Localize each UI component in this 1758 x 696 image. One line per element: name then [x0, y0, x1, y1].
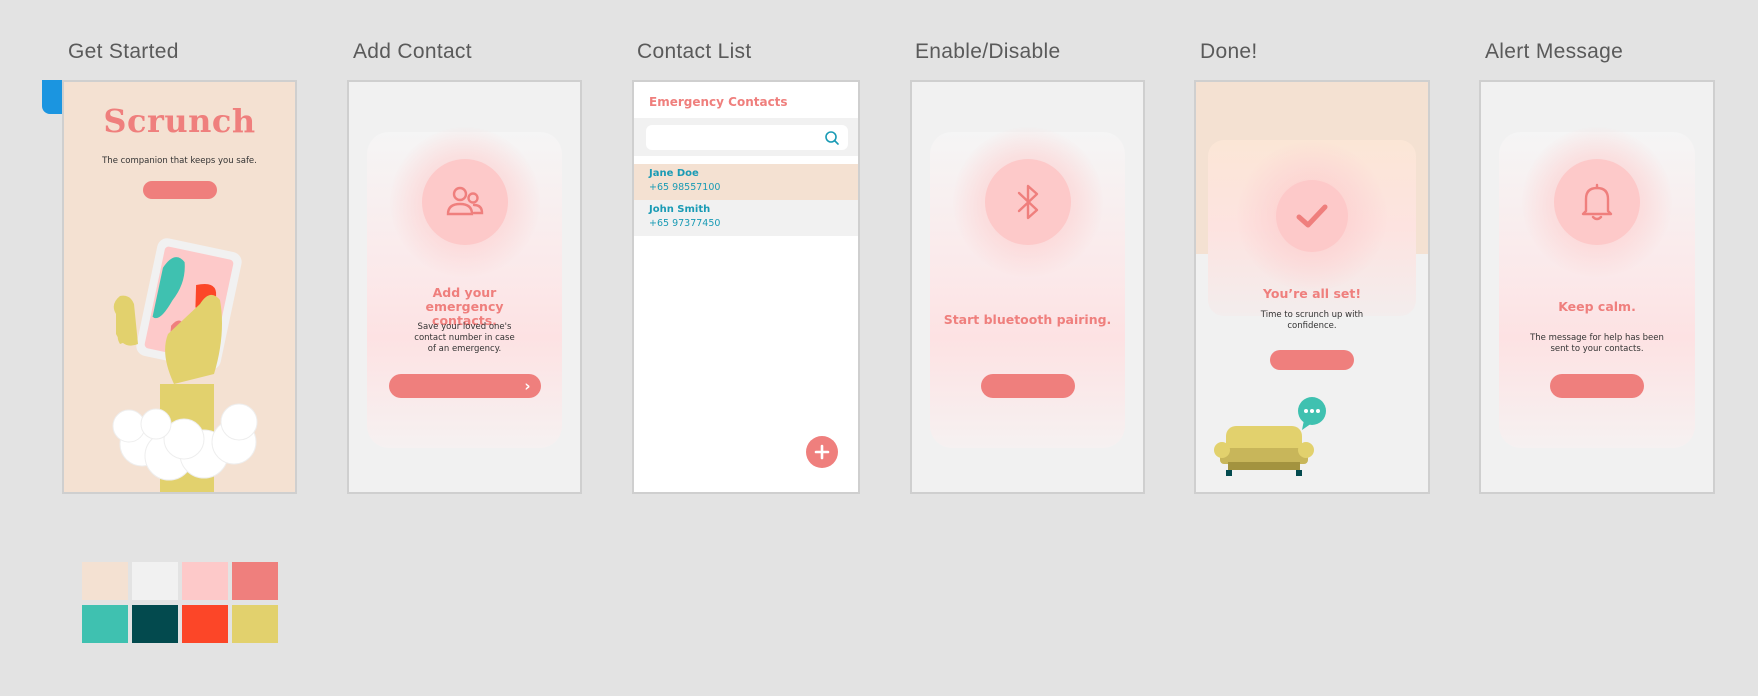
- bell-icon: [1581, 183, 1613, 221]
- search-bar-area: [634, 118, 858, 156]
- screen-contact-list[interactable]: Emergency Contacts Jane Doe +65 98557100…: [632, 80, 860, 494]
- contact-name: Jane Doe: [649, 168, 699, 179]
- icon-circle: [1276, 180, 1348, 252]
- add-contact-fab[interactable]: [806, 436, 838, 468]
- icon-circle: [421, 159, 508, 245]
- frame-label-enable-disable: Enable/Disable: [915, 40, 1061, 63]
- icon-circle: [1554, 159, 1640, 245]
- frame-label-done: Done!: [1200, 40, 1258, 63]
- hand-phone-illustration: [112, 238, 258, 492]
- add-contact-button[interactable]: ›: [388, 374, 541, 398]
- bluetooth-icon: [1017, 184, 1038, 220]
- screen-add-contact[interactable]: Add your emergency contacts. Save your l…: [347, 80, 582, 494]
- contact-row[interactable]: John Smith +65 97377450: [634, 200, 858, 236]
- alert-button[interactable]: [1550, 374, 1644, 398]
- chat-bubble-icon: [1298, 397, 1326, 430]
- pair-button[interactable]: [980, 374, 1075, 398]
- checkmark-icon: [1296, 204, 1328, 228]
- contact-name: John Smith: [649, 204, 711, 215]
- swatch-teal: [82, 605, 128, 643]
- frame-label-contact-list: Contact List: [637, 40, 752, 63]
- chevron-right-icon: ›: [524, 377, 531, 395]
- frame-label-alert-message: Alert Message: [1485, 40, 1624, 63]
- contact-list-title: Emergency Contacts: [649, 95, 788, 109]
- screen-enable-disable[interactable]: Start bluetooth pairing.: [910, 80, 1145, 494]
- swatch-orange-red: [182, 605, 228, 643]
- swatch-mustard: [232, 605, 278, 643]
- search-icon[interactable]: [824, 130, 840, 146]
- search-input[interactable]: [646, 125, 848, 150]
- screen-alert-message[interactable]: Keep calm. The message for help has been…: [1479, 80, 1715, 494]
- swatch-light-grey: [132, 562, 178, 600]
- screen-get-started[interactable]: Scrunch The companion that keeps you saf…: [62, 80, 297, 494]
- frame-label-add-contact: Add Contact: [353, 40, 472, 63]
- screen-done[interactable]: You’re all set! Time to scrunch up with …: [1194, 80, 1430, 494]
- swatch-peach: [82, 562, 128, 600]
- tagline: The companion that keeps you safe.: [102, 156, 257, 166]
- contact-phone: +65 98557100: [649, 182, 721, 193]
- swatch-coral: [232, 562, 278, 600]
- contact-row[interactable]: Jane Doe +65 98557100: [634, 164, 858, 200]
- done-body: Time to scrunch up with confidence.: [1260, 310, 1364, 331]
- done-heading: You’re all set!: [1262, 286, 1362, 301]
- get-started-button[interactable]: [142, 181, 217, 199]
- frame-label-get-started: Get Started: [68, 40, 179, 63]
- app-logo: Scrunch: [103, 102, 256, 140]
- add-contact-body: Save your loved one's contact number in …: [414, 322, 515, 354]
- users-icon: [446, 186, 483, 216]
- done-button[interactable]: [1270, 350, 1354, 370]
- alert-heading: Keep calm.: [1558, 299, 1636, 314]
- swatch-dark-teal: [132, 605, 178, 643]
- selection-handle[interactable]: [42, 80, 64, 114]
- alert-body: The message for help has been sent to yo…: [1530, 333, 1664, 354]
- bluetooth-heading: Start bluetooth pairing.: [943, 312, 1112, 327]
- icon-circle: [984, 159, 1071, 245]
- contact-phone: +65 97377450: [649, 218, 721, 229]
- swatch-light-pink: [182, 562, 228, 600]
- plus-icon: [814, 444, 830, 460]
